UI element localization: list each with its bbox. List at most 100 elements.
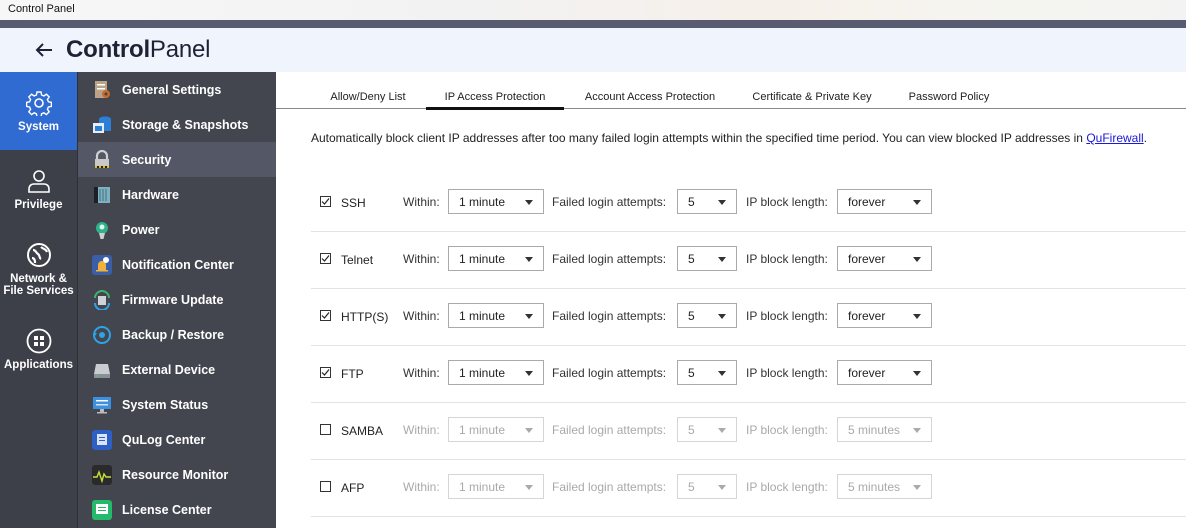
telnet-checkbox[interactable]: [320, 253, 331, 264]
submenu-item-storage-snapshots[interactable]: Storage & Snapshots: [78, 107, 276, 142]
submenu-label: Notification Center: [122, 257, 234, 272]
within-label: Within:: [403, 309, 440, 323]
submenu-item-backup-restore[interactable]: Backup / Restore: [78, 317, 276, 352]
service-name: Telnet: [341, 253, 374, 267]
attempts-select[interactable]: 5: [677, 474, 737, 499]
afp-checkbox[interactable]: [320, 481, 331, 492]
chevron-down-icon: [718, 428, 726, 433]
block-length-select[interactable]: 5 minutes: [837, 474, 932, 499]
chevron-down-icon: [718, 371, 726, 376]
within-label: Within:: [403, 423, 440, 437]
within-value: 1 minute: [459, 309, 506, 323]
block-length-select[interactable]: forever: [837, 189, 932, 214]
chevron-down-icon: [913, 257, 921, 262]
app-header: ControlPanel: [0, 28, 1186, 72]
within-select[interactable]: 1 minute: [448, 189, 544, 214]
chevron-down-icon: [718, 200, 726, 205]
submenu-label: Hardware: [122, 187, 179, 202]
attempts-select[interactable]: 5: [677, 189, 737, 214]
service-row: Telnet Within: 1 minute Failed login att…: [311, 232, 1186, 289]
attempts-value: 5: [688, 423, 695, 437]
block-length-select[interactable]: forever: [837, 246, 932, 271]
main-nav-rail: System Privilege Network & File Services…: [0, 72, 77, 528]
block-length-label: IP block length:: [746, 309, 828, 323]
attempts-value: 5: [688, 252, 695, 266]
qulog-icon: [92, 429, 112, 450]
chevron-down-icon: [913, 428, 921, 433]
submenu-item-resource-monitor[interactable]: Resource Monitor: [78, 457, 276, 492]
submenu-label: License Center: [122, 502, 212, 517]
rail-item-network[interactable]: Network & File Services: [0, 228, 77, 310]
within-select[interactable]: 1 minute: [448, 246, 544, 271]
chevron-down-icon: [718, 257, 726, 262]
submenu-label: Backup / Restore: [122, 327, 225, 342]
attempts-label: Failed login attempts:: [552, 366, 667, 380]
rail-label: System: [18, 120, 59, 133]
samba-checkbox[interactable]: [320, 424, 331, 435]
within-select[interactable]: 1 minute: [448, 417, 544, 442]
tab-account-access-protection[interactable]: Account Access Protection: [580, 91, 720, 109]
qufirewall-link[interactable]: QuFirewall: [1086, 131, 1143, 145]
submenu-item-system-status[interactable]: System Status: [78, 387, 276, 422]
window-titlebar: Control Panel: [0, 0, 1186, 20]
chevron-down-icon: [525, 371, 533, 376]
ftp-checkbox[interactable]: [320, 367, 331, 378]
description-suffix: .: [1143, 131, 1148, 145]
within-value: 1 minute: [459, 480, 506, 494]
submenu-label: Resource Monitor: [122, 467, 229, 482]
tab-certificate-private-key[interactable]: Certificate & Private Key: [750, 91, 874, 109]
attempts-value: 5: [688, 366, 695, 380]
within-select[interactable]: 1 minute: [448, 303, 544, 328]
title-light: Panel: [149, 36, 211, 63]
block-length-label: IP block length:: [746, 480, 828, 494]
back-button[interactable]: [34, 40, 54, 60]
rail-item-applications[interactable]: Applications: [0, 310, 77, 388]
block-length-select[interactable]: 5 minutes: [837, 417, 932, 442]
window-title: Control Panel: [8, 3, 75, 15]
chevron-down-icon: [913, 485, 921, 490]
within-select[interactable]: 1 minute: [448, 360, 544, 385]
submenu-label: System Status: [122, 397, 209, 412]
attempts-select[interactable]: 5: [677, 303, 737, 328]
license-icon: [92, 499, 112, 520]
attempts-label: Failed login attempts:: [552, 480, 667, 494]
service-row: FTP Within: 1 minute Failed login attemp…: [311, 346, 1186, 403]
tab-allow-deny-list[interactable]: Allow/Deny List: [328, 91, 408, 109]
within-label: Within:: [403, 366, 440, 380]
attempts-label: Failed login attempts:: [552, 423, 667, 437]
tab-password-policy[interactable]: Password Policy: [906, 91, 992, 109]
within-select[interactable]: 1 minute: [448, 474, 544, 499]
rail-label: Network & File Services: [3, 272, 74, 297]
submenu-item-security[interactable]: Security: [78, 142, 276, 177]
within-label: Within:: [403, 195, 440, 209]
attempts-select[interactable]: 5: [677, 417, 737, 442]
tab-ip-access-protection[interactable]: IP Access Protection: [426, 91, 564, 110]
submenu-item-general-settings[interactable]: General Settings: [78, 72, 276, 107]
block-length-select[interactable]: forever: [837, 303, 932, 328]
submenu-label: General Settings: [122, 82, 222, 97]
submenu-item-qulog-center[interactable]: QuLog Center: [78, 422, 276, 457]
submenu-item-hardware[interactable]: Hardware: [78, 177, 276, 212]
attempts-select[interactable]: 5: [677, 360, 737, 385]
within-value: 1 minute: [459, 252, 506, 266]
submenu-item-power[interactable]: Power: [78, 212, 276, 247]
submenu-item-external-device[interactable]: External Device: [78, 352, 276, 387]
submenu-item-notification-center[interactable]: Notification Center: [78, 247, 276, 282]
rail-item-privilege[interactable]: Privilege: [0, 150, 77, 228]
block-length-value: forever: [848, 366, 886, 380]
arrow-left-icon: [35, 43, 52, 57]
submenu-item-firmware-update[interactable]: Firmware Update: [78, 282, 276, 317]
chevron-down-icon: [525, 428, 533, 433]
https-checkbox[interactable]: [320, 310, 331, 321]
external-device-icon: [92, 360, 112, 380]
service-name: SAMBA: [341, 424, 384, 438]
service-row: SSH Within: 1 minute Failed login attemp…: [311, 175, 1186, 232]
attempts-select[interactable]: 5: [677, 246, 737, 271]
rail-item-system[interactable]: System: [0, 72, 77, 150]
submenu-item-license-center[interactable]: License Center: [78, 492, 276, 527]
page-title: ControlPanel: [66, 36, 211, 64]
block-length-select[interactable]: forever: [837, 360, 932, 385]
top-bar: [0, 20, 1186, 28]
ssh-checkbox[interactable]: [320, 196, 331, 207]
service-row: HTTP(S) Within: 1 minute Failed login at…: [311, 289, 1186, 346]
